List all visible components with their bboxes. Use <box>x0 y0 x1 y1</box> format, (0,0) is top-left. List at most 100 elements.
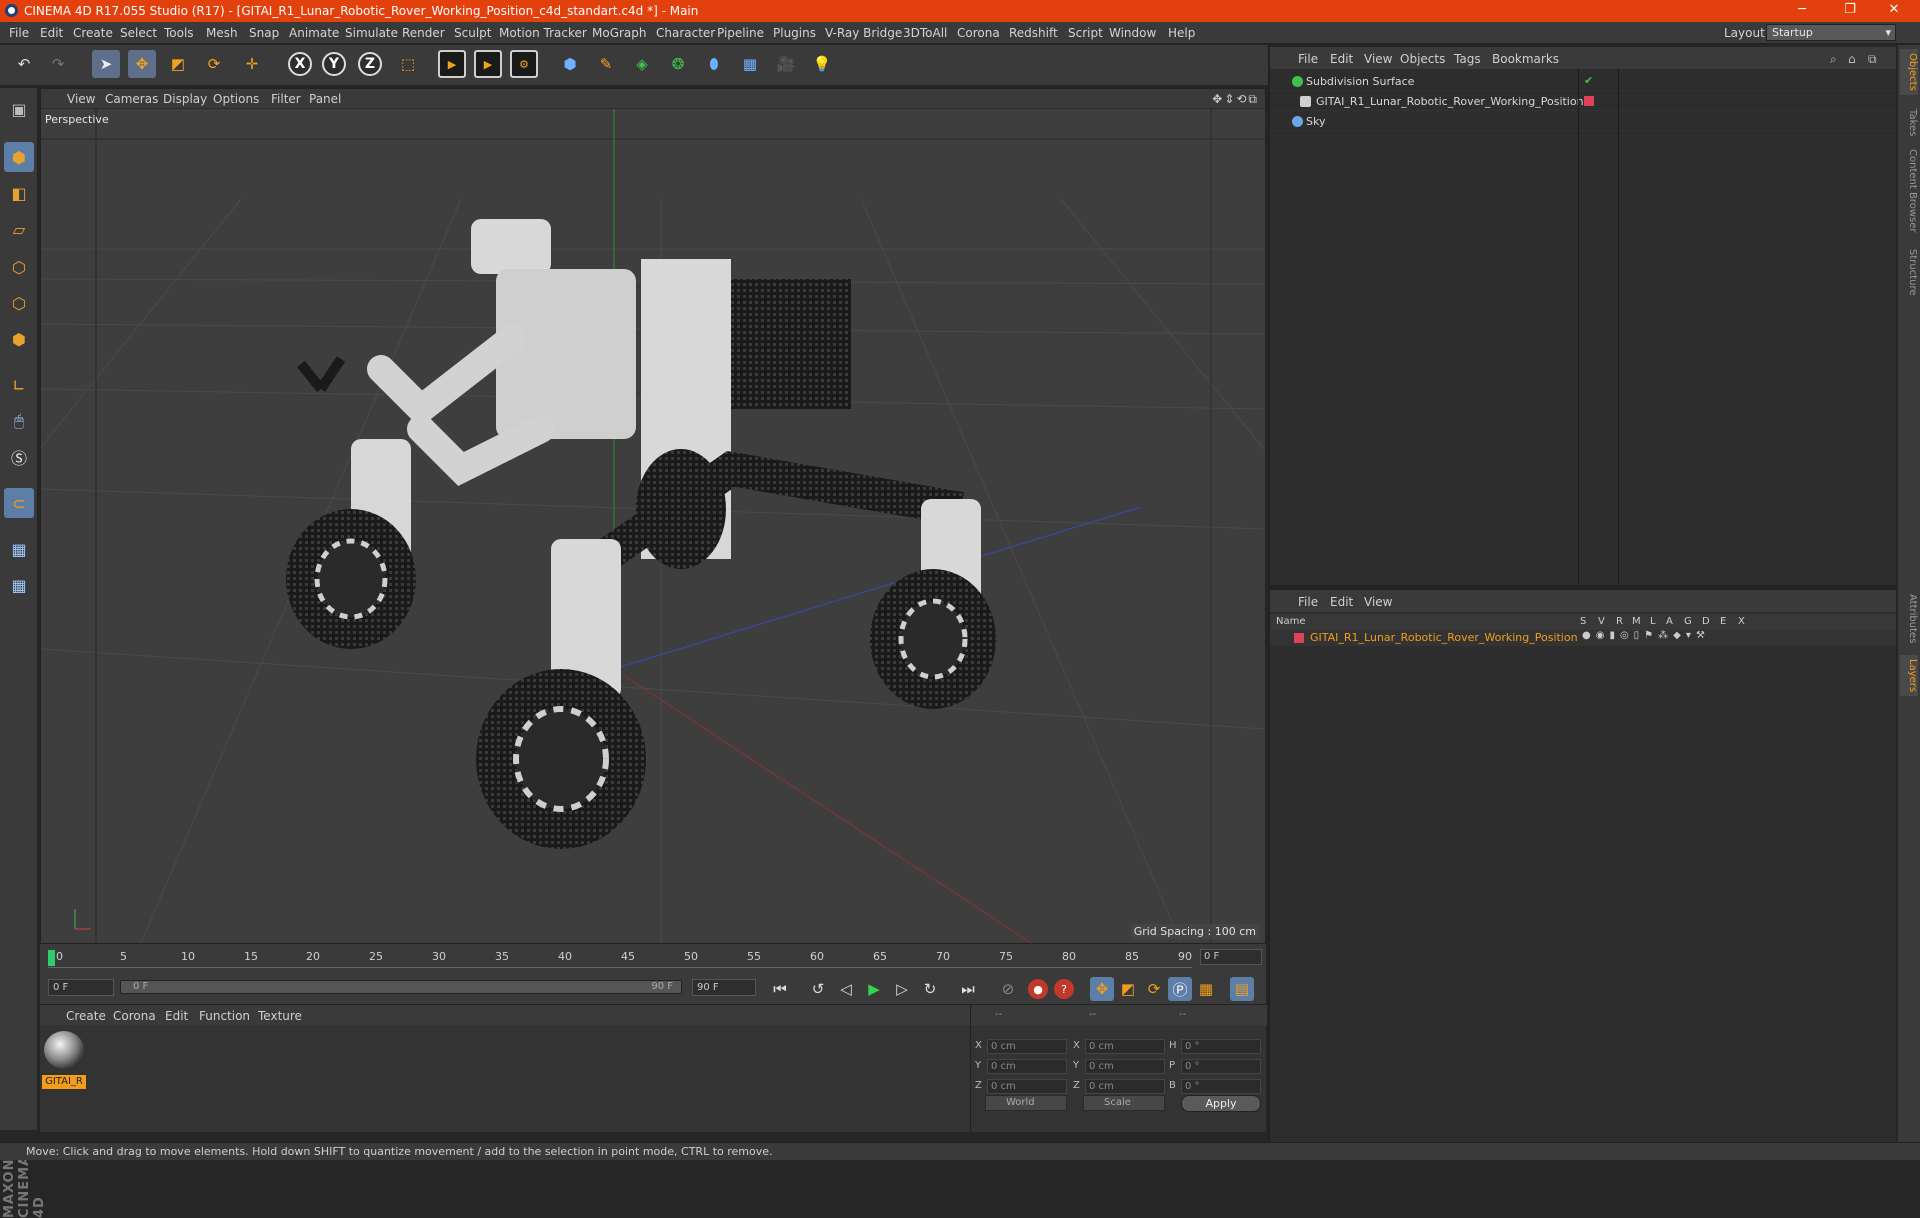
make-editable-icon[interactable]: ▣ <box>4 94 34 124</box>
tab-objects[interactable]: Objects <box>1900 49 1918 95</box>
layers-menu-view[interactable]: View <box>1364 595 1392 609</box>
menu-snap[interactable]: Snap <box>249 26 279 40</box>
viewport-perspective[interactable]: View Cameras Display Options Filter Pane… <box>40 88 1266 944</box>
material-menu-corona[interactable]: Corona <box>113 1009 156 1023</box>
playhead[interactable] <box>48 950 55 966</box>
menu-create[interactable]: Create <box>73 26 113 40</box>
rotate-icon[interactable]: ⟳ <box>200 50 228 78</box>
object-manager-options-icon[interactable]: ⧉ <box>1868 52 1877 67</box>
viewport-menu-view[interactable]: View <box>67 92 95 106</box>
close-button[interactable]: ✕ <box>1874 2 1914 17</box>
layer-row[interactable]: GITAI_R1_Lunar_Robotic_Rover_Working_Pos… <box>1270 630 1896 646</box>
tab-content-browser[interactable]: Content Browser <box>1900 145 1918 236</box>
apply-button[interactable]: Apply <box>1181 1095 1261 1112</box>
menu-3dtoall[interactable]: 3DToAll <box>903 26 947 40</box>
layer-name[interactable]: GITAI_R1_Lunar_Robotic_Rover_Working_Pos… <box>1310 631 1578 644</box>
menu-vray-bridge[interactable]: V-Ray Bridge <box>825 26 902 40</box>
menu-sculpt[interactable]: Sculpt <box>454 26 491 40</box>
model-mode-icon[interactable]: ⬢ <box>4 142 34 172</box>
menu-select[interactable]: Select <box>120 26 157 40</box>
material-menu-create[interactable]: Create <box>66 1009 106 1023</box>
coordinate-space-select[interactable]: World <box>985 1095 1067 1111</box>
grid-snap-icon[interactable]: ▦ <box>4 570 34 600</box>
viewport-menu-display[interactable]: Display <box>163 92 207 106</box>
objects-menu-edit[interactable]: Edit <box>1330 52 1353 66</box>
key-position-icon[interactable]: ✥ <box>1090 977 1114 1001</box>
search-icon[interactable]: ⌕ <box>1830 52 1837 67</box>
tab-structure[interactable]: Structure <box>1900 245 1918 300</box>
menu-pipeline[interactable]: Pipeline <box>717 26 764 40</box>
object-name[interactable]: GITAI_R1_Lunar_Robotic_Rover_Working_Pos… <box>1316 95 1584 108</box>
objects-menu-bookmarks[interactable]: Bookmarks <box>1492 52 1559 66</box>
go-to-end-icon[interactable]: ⏭ <box>956 977 980 1001</box>
world-coordinates-icon[interactable]: ⬚ <box>394 50 422 78</box>
panel-divider[interactable] <box>1268 45 1270 1142</box>
polygon-mode-icon[interactable]: ⬢ <box>4 324 34 354</box>
next-key-icon[interactable]: ↻ <box>918 977 942 1001</box>
menu-script[interactable]: Script <box>1068 26 1103 40</box>
viewport-menu-cameras[interactable]: Cameras <box>105 92 158 106</box>
position-x-field[interactable]: 0 cm <box>987 1039 1067 1054</box>
tab-takes[interactable]: Takes <box>1900 105 1918 140</box>
restore-button[interactable]: ❐ <box>1830 2 1870 17</box>
frame-range-slider[interactable]: 0 F 90 F <box>120 980 682 994</box>
layers-menu-file[interactable]: File <box>1298 595 1318 609</box>
z-axis-lock-icon[interactable]: Z <box>358 52 382 76</box>
edge-mode-icon[interactable]: ⬡ <box>4 288 34 318</box>
axis-mode-icon[interactable]: ∟ <box>4 370 34 400</box>
x-axis-lock-icon[interactable]: X <box>288 52 312 76</box>
layout-dropdown[interactable]: Startup <box>1766 24 1896 41</box>
render-picture-viewer-icon[interactable]: ▶ <box>474 50 502 78</box>
mograph-cloner-icon[interactable]: ❂ <box>664 50 692 78</box>
position-z-field[interactable]: 0 cm <box>987 1079 1067 1094</box>
menu-mesh[interactable]: Mesh <box>206 26 238 40</box>
next-frame-icon[interactable]: ▷ <box>890 977 914 1001</box>
size-z-field[interactable]: 0 cm <box>1085 1079 1165 1094</box>
material-menu-function[interactable]: Function <box>199 1009 250 1023</box>
objects-menu-file[interactable]: File <box>1298 52 1318 66</box>
menu-animate[interactable]: Animate <box>289 26 339 40</box>
size-y-field[interactable]: 0 cm <box>1085 1059 1165 1074</box>
layers-menu-edit[interactable]: Edit <box>1330 595 1353 609</box>
menu-simulate[interactable]: Simulate <box>345 26 398 40</box>
coordinate-mode-select[interactable]: Scale <box>1083 1095 1165 1111</box>
menu-motion-tracker[interactable]: Motion Tracker <box>499 26 587 40</box>
move-icon[interactable]: ✥ <box>128 50 156 78</box>
menu-redshift[interactable]: Redshift <box>1009 26 1058 40</box>
floor-icon[interactable]: ▦ <box>736 50 764 78</box>
select-arrow-icon[interactable]: ➤ <box>92 50 120 78</box>
record-keys-icon[interactable]: ⊘ <box>996 977 1020 1001</box>
position-y-field[interactable]: 0 cm <box>987 1059 1067 1074</box>
tweak-mode-icon[interactable]: 🖱 <box>4 406 34 436</box>
play-icon[interactable]: ▶ <box>862 977 886 1001</box>
rotation-b-field[interactable]: 0 ° <box>1181 1079 1261 1094</box>
objects-menu-objects[interactable]: Objects <box>1400 52 1445 66</box>
spline-pen-icon[interactable]: ✎ <box>592 50 620 78</box>
home-icon[interactable]: ⌂ <box>1848 52 1856 66</box>
object-name[interactable]: Subdivision Surface <box>1306 75 1414 88</box>
key-scale-icon[interactable]: ◩ <box>1116 977 1140 1001</box>
transform-icon[interactable]: ✛ <box>238 50 266 78</box>
objects-menu-tags[interactable]: Tags <box>1454 52 1481 66</box>
object-row-sky[interactable]: Sky <box>1270 112 1896 131</box>
light-icon[interactable]: 💡 <box>808 50 836 78</box>
redo-icon[interactable]: ↷ <box>44 50 72 78</box>
point-mode-icon[interactable]: ⬡ <box>4 252 34 282</box>
objects-menu-view[interactable]: View <box>1364 52 1392 66</box>
previous-key-icon[interactable]: ↺ <box>806 977 830 1001</box>
go-to-start-icon[interactable]: ⏮ <box>768 977 792 1001</box>
menu-render[interactable]: Render <box>402 26 445 40</box>
object-row-subdivision-surface[interactable]: Subdivision Surface ✔ <box>1270 72 1896 91</box>
minimize-button[interactable]: ─ <box>1782 2 1822 17</box>
key-parameter-icon[interactable]: Ⓟ <box>1168 977 1192 1001</box>
magnet-icon[interactable]: ⊂ <box>4 488 34 518</box>
viewport-menu-panel[interactable]: Panel <box>309 92 341 106</box>
texture-mode-icon[interactable]: ◧ <box>4 178 34 208</box>
menu-mograph[interactable]: MoGraph <box>592 26 647 40</box>
cube-primitive-icon[interactable]: ⬢ <box>556 50 584 78</box>
workplane-mode-icon[interactable]: ▱ <box>4 214 34 244</box>
material-menu-texture[interactable]: Texture <box>258 1009 302 1023</box>
timeline-ruler[interactable]: 0 5 10 15 20 25 30 35 40 45 50 55 60 65 … <box>48 946 1192 968</box>
material-menu-edit[interactable]: Edit <box>165 1009 188 1023</box>
y-axis-lock-icon[interactable]: Y <box>322 52 346 76</box>
